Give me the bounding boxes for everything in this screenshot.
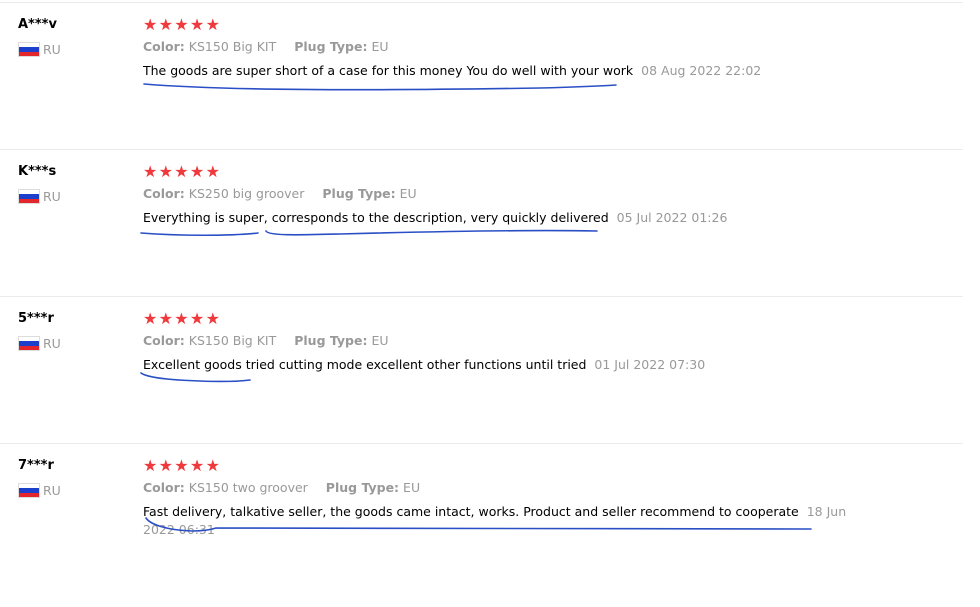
plug-value: EU [371,39,389,54]
sku-info: Color: KS150 Big KIT Plug Type: EU [143,38,863,56]
sku-info: Color: KS250 big groover Plug Type: EU [143,185,863,203]
color-label: Color: [143,333,185,348]
reviewer-country: RU [18,336,61,351]
review-text: Everything is super, corresponds to the … [143,210,609,225]
star-rating: ★★★★★ [143,309,222,328]
reviewer-info: A***v RU [18,16,61,57]
review-item: 5***r RU ★★★★★ Color: KS150 Big KIT Plug… [0,296,963,444]
flag-ru-icon [18,336,40,351]
review-content: ★★★★★ Color: KS150 two groover Plug Type… [143,457,863,539]
country-code: RU [43,42,61,57]
color-label: Color: [143,480,185,495]
sku-info: Color: KS150 two groover Plug Type: EU [143,479,863,497]
plug-value: EU [371,333,389,348]
review-text-row: Everything is super, corresponds to the … [143,209,863,227]
reviewer-name: 5***r [18,311,54,326]
flag-ru-icon [18,42,40,57]
plug-label: Plug Type: [322,186,396,201]
reviewer-country: RU [18,42,61,57]
plug-label: Plug Type: [294,39,368,54]
review-content: ★★★★★ Color: KS150 Big KIT Plug Type: EU… [143,310,863,374]
country-code: RU [43,189,61,204]
review-text-row: Fast delivery, talkative seller, the goo… [143,503,863,539]
reviewer-name: K***s [18,164,57,179]
plug-label: Plug Type: [294,333,368,348]
reviewer-info: 5***r RU [18,310,61,351]
country-code: RU [43,483,61,498]
color-value: KS150 Big KIT [188,39,277,54]
flag-ru-icon [18,483,40,498]
star-rating: ★★★★★ [143,162,222,181]
sku-info: Color: KS150 Big KIT Plug Type: EU [143,332,863,350]
color-label: Color: [143,186,185,201]
reviewer-name: A***v [18,17,57,32]
review-date: 05 Jul 2022 01:26 [616,210,728,225]
review-text-row: The goods are super short of a case for … [143,62,863,80]
star-rating: ★★★★★ [143,456,222,475]
review-text: The goods are super short of a case for … [143,63,634,78]
review-text-row: Excellent goods tried cutting mode excel… [143,356,863,374]
reviewer-country: RU [18,483,61,498]
color-value: KS150 Big KIT [188,333,277,348]
flag-ru-icon [18,189,40,204]
reviewer-info: 7***r RU [18,457,61,498]
reviewer-name: 7***r [18,458,54,473]
review-text: Excellent goods tried cutting mode excel… [143,357,587,372]
plug-value: EU [399,186,417,201]
review-item: 7***r RU ★★★★★ Color: KS150 two groover … [0,443,963,607]
review-item: A***v RU ★★★★★ Color: KS150 Big KIT Plug… [0,2,963,150]
color-value: KS250 big groover [188,186,305,201]
plug-label: Plug Type: [325,480,400,495]
country-code: RU [43,336,61,351]
plug-value: EU [403,480,421,495]
reviewer-info: K***s RU [18,163,61,204]
star-rating: ★★★★★ [143,15,222,34]
reviewer-country: RU [18,189,61,204]
review-date: 08 Aug 2022 22:02 [641,63,762,78]
review-text: Fast delivery, talkative seller, the goo… [143,504,799,519]
review-date: 01 Jul 2022 07:30 [594,357,706,372]
color-value: KS150 two groover [188,480,308,495]
review-content: ★★★★★ Color: KS250 big groover Plug Type… [143,163,863,227]
review-content: ★★★★★ Color: KS150 Big KIT Plug Type: EU… [143,16,863,80]
review-item: K***s RU ★★★★★ Color: KS250 big groover … [0,149,963,297]
color-label: Color: [143,39,185,54]
